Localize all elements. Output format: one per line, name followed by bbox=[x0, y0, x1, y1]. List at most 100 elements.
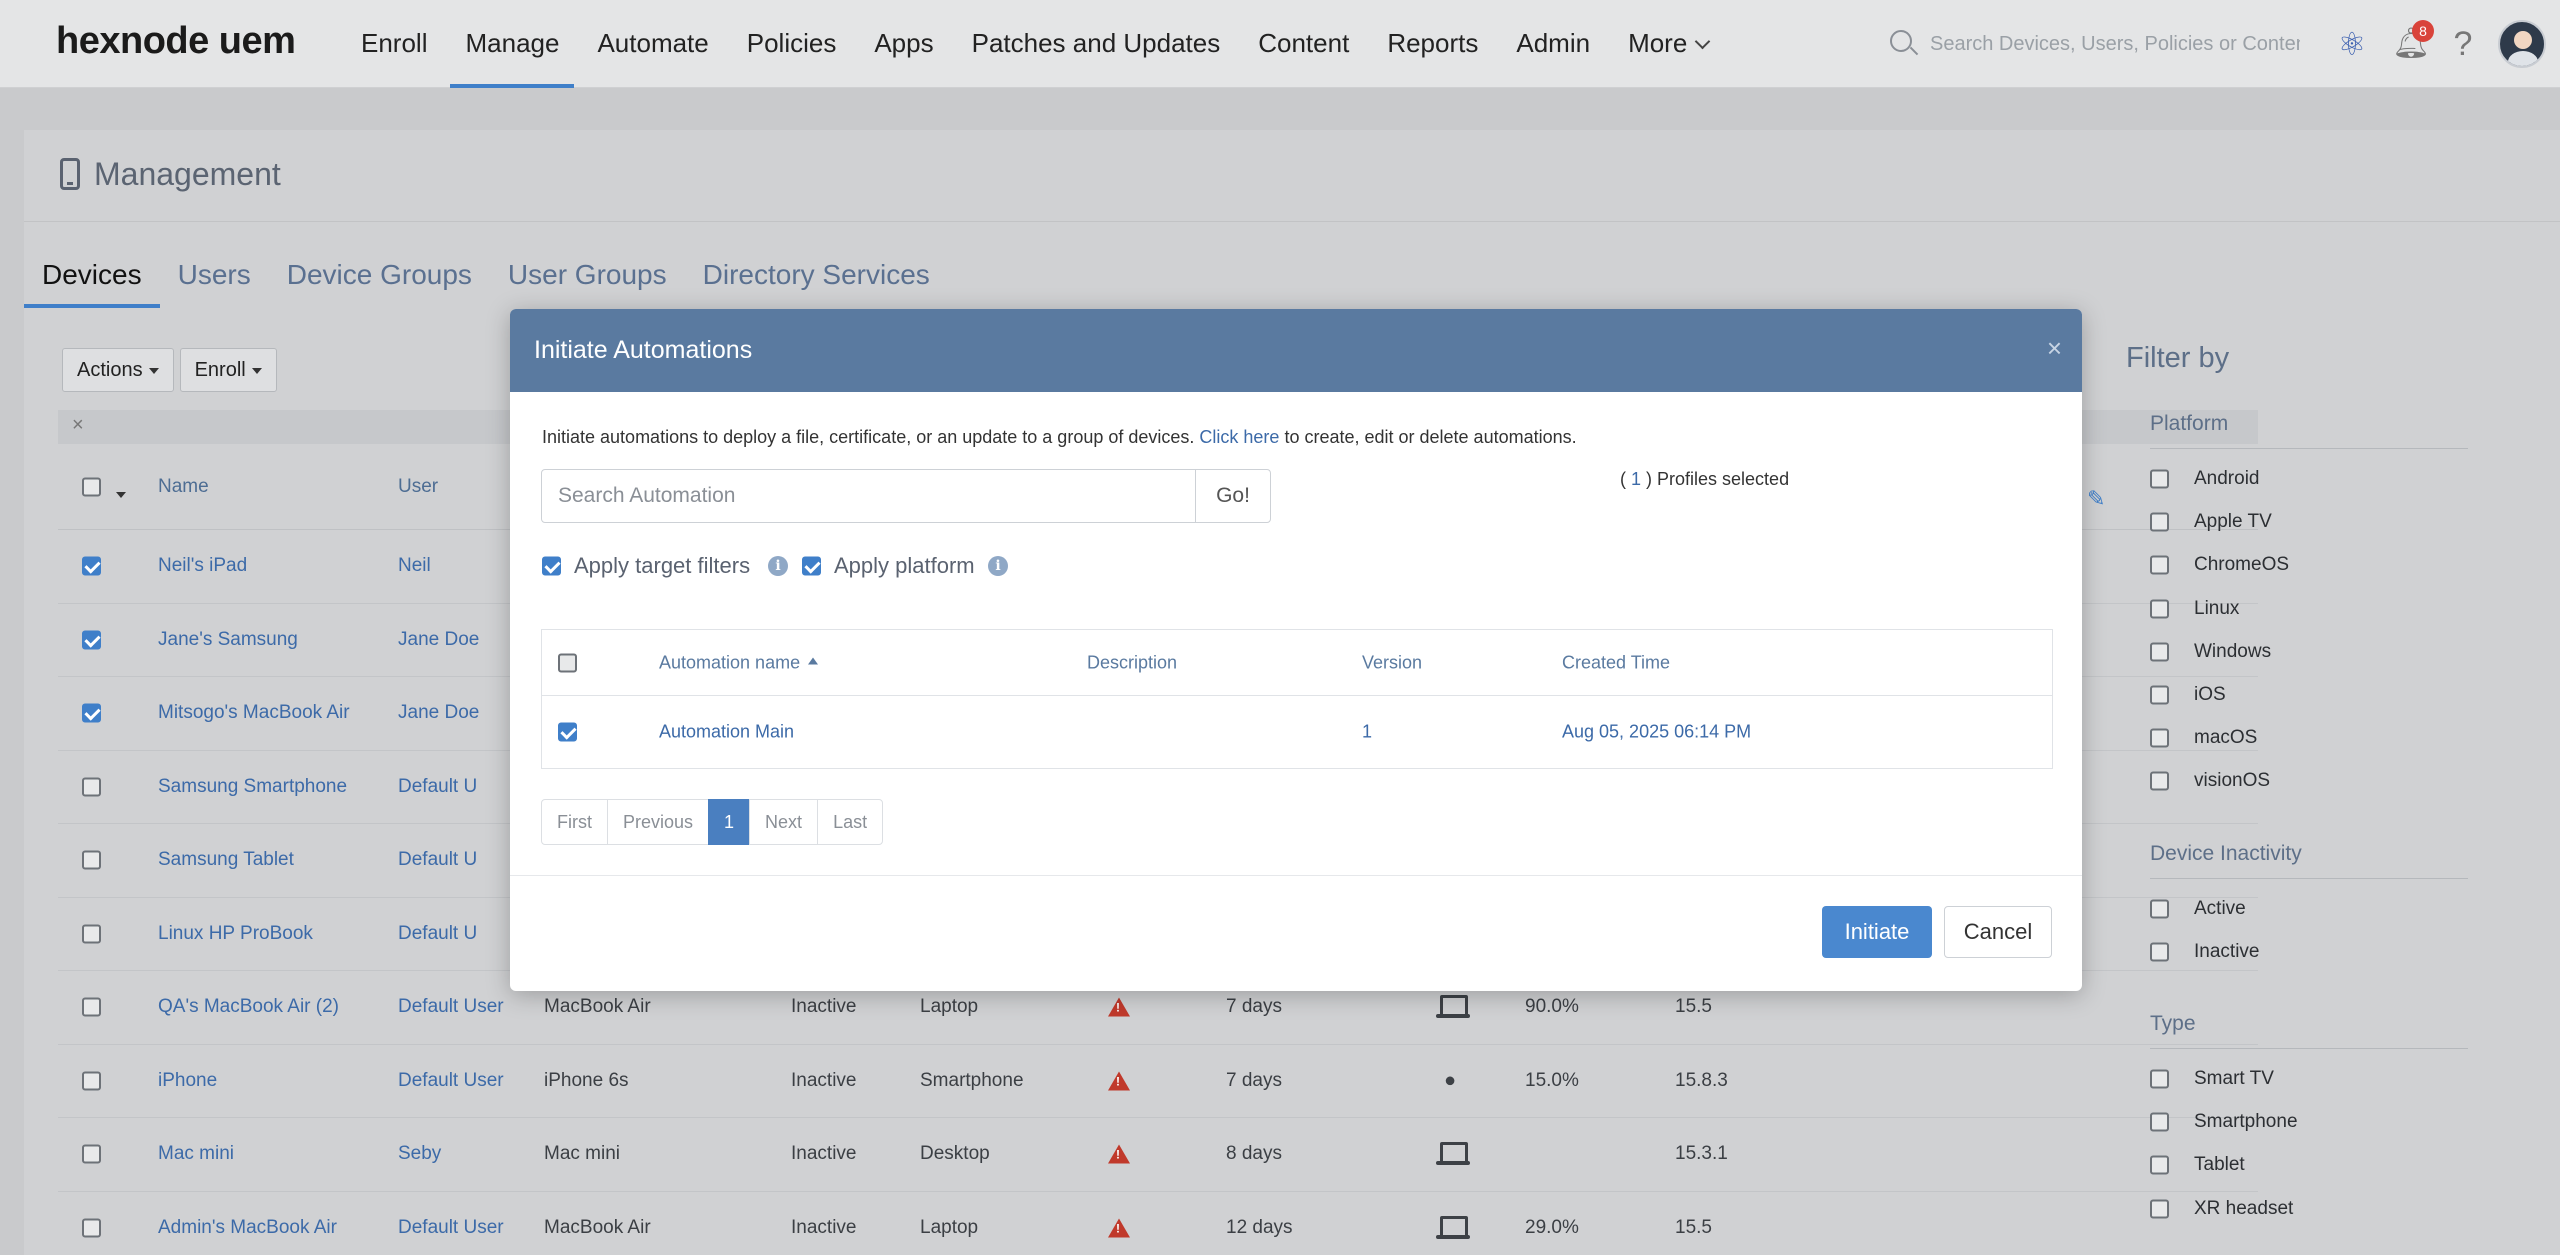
filter-checkbox[interactable] bbox=[2150, 469, 2169, 489]
filter-checkbox[interactable] bbox=[2150, 942, 2169, 962]
atom-icon[interactable]: ⚛ bbox=[2334, 26, 2370, 62]
pager-previous[interactable]: Previous bbox=[607, 799, 710, 845]
apply-target-filters-checkbox[interactable] bbox=[542, 556, 561, 576]
pager-first[interactable]: First bbox=[541, 799, 608, 845]
nav-reports[interactable]: Reports bbox=[1368, 0, 1497, 88]
nav-policies[interactable]: Policies bbox=[728, 0, 856, 88]
nav-automate[interactable]: Automate bbox=[578, 0, 727, 88]
device-name[interactable]: Mitsogo's MacBook Air bbox=[158, 702, 350, 724]
filter-checkbox[interactable] bbox=[2150, 1069, 2169, 1089]
automation-row-checkbox[interactable] bbox=[558, 722, 577, 742]
close-icon[interactable]: × bbox=[2047, 333, 2062, 364]
initiate-button[interactable]: Initiate bbox=[1822, 906, 1932, 958]
pager-last[interactable]: Last bbox=[817, 799, 884, 845]
device-user[interactable]: Default User bbox=[398, 1070, 504, 1092]
row-checkbox[interactable] bbox=[82, 997, 101, 1017]
table-row[interactable]: iPhone Default User iPhone 6s Inactive Smart… bbox=[58, 1045, 2258, 1118]
column-header-created-time[interactable]: Created Time bbox=[1562, 652, 1670, 673]
device-user[interactable]: Neil bbox=[398, 555, 431, 577]
row-checkbox[interactable] bbox=[82, 556, 101, 576]
tab-directory-services[interactable]: Directory Services bbox=[685, 258, 948, 308]
row-checkbox[interactable] bbox=[82, 1144, 101, 1164]
device-name[interactable]: Linux HP ProBook bbox=[158, 923, 313, 945]
filter-option[interactable]: Inactive bbox=[2150, 937, 2470, 967]
global-search-input[interactable] bbox=[1930, 26, 2300, 62]
nav-more[interactable]: More bbox=[1609, 0, 1727, 88]
clear-selection-icon[interactable]: × bbox=[72, 414, 84, 437]
user-avatar[interactable] bbox=[2498, 20, 2546, 68]
nav-content[interactable]: Content bbox=[1239, 0, 1368, 88]
filter-option[interactable]: Android bbox=[2150, 464, 2470, 494]
column-header-user[interactable]: User bbox=[398, 476, 438, 498]
pager-next[interactable]: Next bbox=[749, 799, 819, 845]
automation-name[interactable]: Automation Main bbox=[659, 722, 794, 743]
hexnode-logo[interactable]: hexnode uem bbox=[56, 20, 296, 63]
device-name[interactable]: Samsung Tablet bbox=[158, 849, 294, 871]
filter-checkbox[interactable] bbox=[2150, 1155, 2169, 1175]
go-button[interactable]: Go! bbox=[1195, 469, 1271, 523]
filter-option[interactable]: Linux bbox=[2150, 594, 2470, 624]
nav-apps[interactable]: Apps bbox=[855, 0, 952, 88]
device-name[interactable]: iPhone bbox=[158, 1070, 217, 1092]
device-user[interactable]: Jane Doe bbox=[398, 702, 479, 724]
enroll-dropdown[interactable]: Enroll bbox=[179, 348, 277, 392]
cancel-button[interactable]: Cancel bbox=[1944, 906, 2052, 958]
row-checkbox[interactable] bbox=[82, 1218, 101, 1238]
device-user[interactable]: Default U bbox=[398, 849, 477, 871]
filter-checkbox[interactable] bbox=[2150, 899, 2169, 919]
info-icon[interactable]: i bbox=[988, 556, 1008, 576]
row-checkbox[interactable] bbox=[82, 924, 101, 944]
device-user[interactable]: Jane Doe bbox=[398, 629, 479, 651]
filter-checkbox[interactable] bbox=[2150, 1199, 2169, 1219]
actions-dropdown[interactable]: Actions bbox=[62, 348, 174, 392]
device-user[interactable]: Default U bbox=[398, 776, 477, 798]
info-icon[interactable]: i bbox=[768, 556, 788, 576]
column-header-name[interactable]: Name bbox=[158, 476, 209, 498]
row-checkbox[interactable] bbox=[82, 1071, 101, 1091]
nav-enroll[interactable]: Enroll bbox=[342, 0, 446, 88]
filter-checkbox[interactable] bbox=[2150, 685, 2169, 705]
tab-device-groups[interactable]: Device Groups bbox=[269, 258, 490, 308]
automation-search-input[interactable] bbox=[541, 469, 1196, 523]
filter-checkbox[interactable] bbox=[2150, 512, 2169, 532]
filter-option[interactable]: visionOS bbox=[2150, 766, 2470, 796]
filter-checkbox[interactable] bbox=[2150, 599, 2169, 619]
filter-checkbox[interactable] bbox=[2150, 642, 2169, 662]
table-row[interactable]: Mac mini Seby Mac mini Inactive Desktop 8 day… bbox=[58, 1118, 2258, 1192]
row-checkbox[interactable] bbox=[82, 630, 101, 650]
filter-checkbox[interactable] bbox=[2150, 555, 2169, 575]
device-user[interactable]: Default User bbox=[398, 996, 504, 1018]
filter-option[interactable]: macOS bbox=[2150, 723, 2470, 753]
filter-option[interactable]: Active bbox=[2150, 894, 2470, 924]
column-header-version[interactable]: Version bbox=[1362, 652, 1422, 673]
device-name[interactable]: Mac mini bbox=[158, 1143, 234, 1165]
filter-checkbox[interactable] bbox=[2150, 1112, 2169, 1132]
device-name[interactable]: Neil's iPad bbox=[158, 555, 247, 577]
select-all-automations-checkbox[interactable] bbox=[558, 653, 577, 672]
apply-platform-checkbox[interactable] bbox=[802, 556, 821, 576]
device-user[interactable]: Seby bbox=[398, 1143, 441, 1165]
table-row[interactable]: Admin's MacBook Air Default User MacBook A… bbox=[58, 1192, 2258, 1255]
nav-manage[interactable]: Manage bbox=[446, 0, 578, 88]
filter-option[interactable]: ChromeOS bbox=[2150, 550, 2470, 580]
nav-admin[interactable]: Admin bbox=[1497, 0, 1609, 88]
pager-page-1[interactable]: 1 bbox=[708, 799, 751, 845]
device-name[interactable]: Samsung Smartphone bbox=[158, 776, 347, 798]
click-here-link[interactable]: Click here bbox=[1199, 427, 1279, 447]
column-header-description[interactable]: Description bbox=[1087, 652, 1177, 673]
device-user[interactable]: Default U bbox=[398, 923, 477, 945]
filter-checkbox[interactable] bbox=[2150, 728, 2169, 748]
device-name[interactable]: QA's MacBook Air (2) bbox=[158, 996, 339, 1018]
select-all-checkbox[interactable] bbox=[82, 477, 101, 496]
tab-user-groups[interactable]: User Groups bbox=[490, 258, 685, 308]
caret-down-icon[interactable] bbox=[116, 492, 126, 498]
tab-users[interactable]: Users bbox=[160, 258, 269, 308]
filter-option[interactable]: XR headset bbox=[2150, 1194, 2470, 1224]
filter-option[interactable]: Tablet bbox=[2150, 1150, 2470, 1180]
notification-bell-icon[interactable]: 🔔︎ 8 bbox=[2392, 20, 2434, 64]
device-name[interactable]: Admin's MacBook Air bbox=[158, 1217, 337, 1239]
help-icon[interactable]: ? bbox=[2450, 25, 2476, 64]
filter-option[interactable]: Windows bbox=[2150, 637, 2470, 667]
row-checkbox[interactable] bbox=[82, 850, 101, 870]
filter-checkbox[interactable] bbox=[2150, 771, 2169, 791]
